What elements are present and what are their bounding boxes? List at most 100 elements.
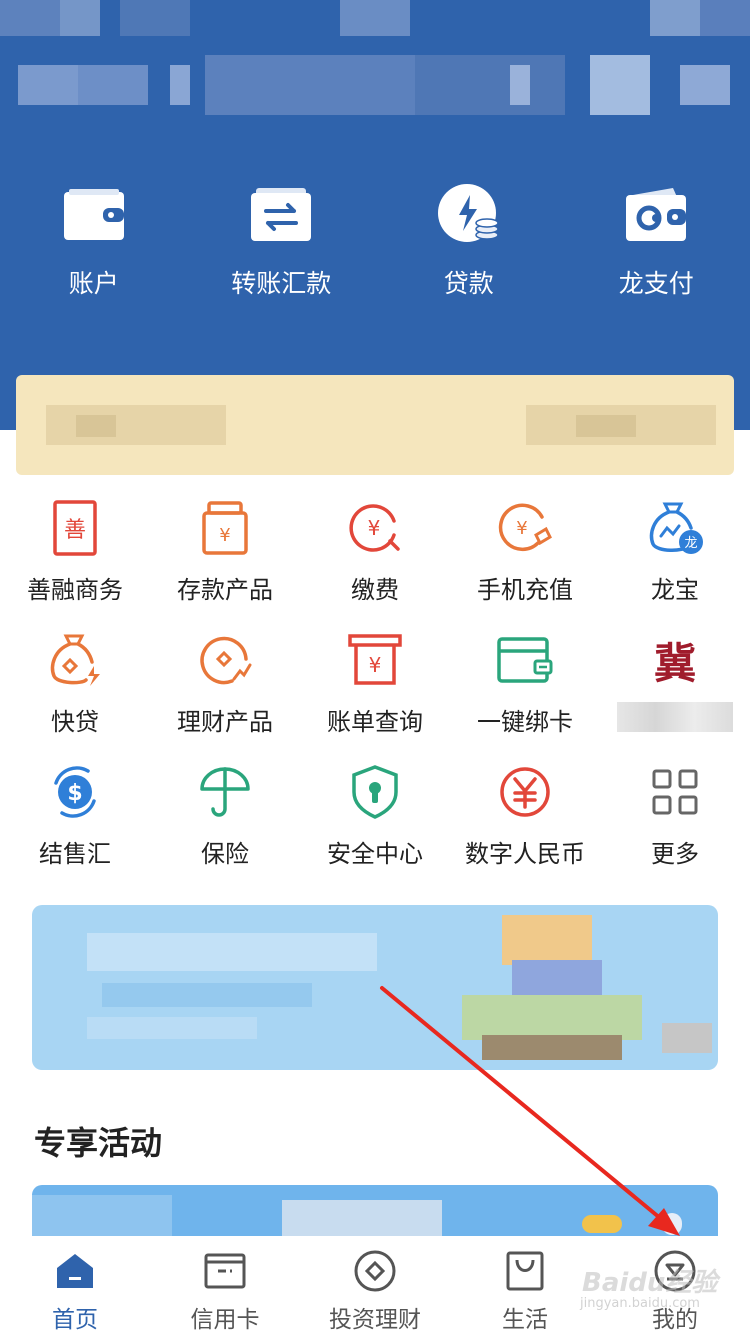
service-label: 手机充值: [477, 576, 573, 604]
service-label: 数字人民币: [465, 840, 585, 868]
service-label: 结售汇: [39, 840, 111, 868]
svg-text:$: $: [67, 781, 82, 806]
long-pay-icon: [621, 180, 691, 250]
nav-credit-card[interactable]: 信用卡: [150, 1236, 300, 1334]
service-ji[interactable]: 冀: [600, 622, 750, 754]
nav-label: 首页: [52, 1307, 98, 1333]
service-deposit[interactable]: ¥ 存款产品: [150, 490, 300, 622]
wallet-icon: [59, 180, 129, 250]
service-label: 缴费: [351, 576, 399, 604]
blurred-title-bar: [0, 50, 750, 120]
blurred-block: [87, 933, 377, 971]
shan-icon: 善: [45, 498, 105, 558]
quick-action-label: 龙支付: [618, 269, 694, 298]
phone-recharge-icon: ¥: [495, 498, 555, 558]
service-more[interactable]: 更多: [600, 754, 750, 886]
watermark-url: jingyan.baidu.com: [580, 1296, 700, 1311]
header: 账户 转账汇款 贷款 龙支付: [0, 0, 750, 430]
service-label: 善融商务: [27, 576, 123, 604]
quick-action-long-pay[interactable]: 龙支付: [563, 180, 750, 310]
blurred-block: [502, 915, 592, 965]
service-label: 存款产品: [177, 576, 273, 604]
service-label: 账单查询: [327, 708, 423, 736]
service-label: 一键绑卡: [477, 708, 573, 736]
quick-action-label: 账户: [68, 269, 119, 298]
blurred-block: [102, 983, 312, 1007]
service-grid: 善 善融商务 ¥ 存款产品 ¥ 缴费 ¥ 手机充值 龙 龙宝 快贷 理财产品 ¥…: [0, 490, 750, 886]
svg-text:善: 善: [64, 518, 86, 543]
service-shan-rong[interactable]: 善 善融商务: [0, 490, 150, 622]
service-row: 快贷 理财产品 ¥ 账单查询 一键绑卡 冀: [0, 622, 750, 754]
svg-text:¥: ¥: [516, 518, 527, 539]
service-label: 龙宝: [651, 576, 699, 604]
invest-icon: [351, 1248, 399, 1294]
service-insurance[interactable]: 保险: [150, 754, 300, 886]
quick-action-account[interactable]: 账户: [0, 180, 188, 310]
ji-icon: 冀: [645, 630, 705, 690]
service-fx[interactable]: $ 结售汇: [0, 754, 150, 886]
insurance-icon: [195, 762, 255, 822]
service-long-bao[interactable]: 龙 龙宝: [600, 490, 750, 622]
service-wealth[interactable]: 理财产品: [150, 622, 300, 754]
bind-card-icon: [495, 630, 555, 690]
quick-action-label: 贷款: [443, 269, 494, 298]
nav-life[interactable]: 生活: [450, 1236, 600, 1334]
security-icon: [345, 762, 405, 822]
deposit-icon: ¥: [195, 498, 255, 558]
quick-action-label: 转账汇款: [231, 269, 332, 298]
nav-label: 投资理财: [329, 1307, 421, 1333]
service-row: $ 结售汇 保险 安全中心 数字人民币 更多: [0, 754, 750, 886]
svg-text:¥: ¥: [368, 516, 381, 540]
e-cny-icon: [495, 762, 555, 822]
life-bag-icon: [501, 1248, 549, 1294]
watermark: Baidu经验: [582, 1268, 718, 1298]
promo-banner[interactable]: [32, 905, 718, 1070]
svg-text:¥: ¥: [369, 653, 382, 677]
blurred-block: [462, 995, 642, 1040]
blurred-block: [662, 1023, 712, 1053]
nav-label: 信用卡: [190, 1307, 260, 1333]
blurred-block: [582, 1215, 622, 1233]
nav-invest[interactable]: 投资理财: [300, 1236, 450, 1334]
service-label: 理财产品: [177, 708, 273, 736]
bill-icon: ¥: [345, 630, 405, 690]
quick-actions: 账户 转账汇款 贷款 龙支付: [0, 180, 750, 310]
blurred-block: [87, 1017, 257, 1039]
ji-glyph: 冀: [653, 638, 696, 688]
transfer-icon: [246, 180, 316, 250]
service-label: 更多: [651, 840, 699, 868]
blurred-block: [482, 1035, 622, 1060]
service-phone-recharge[interactable]: ¥ 手机充值: [450, 490, 600, 622]
credit-card-icon: [201, 1248, 249, 1294]
more-icon: [645, 762, 705, 822]
service-row: 善 善融商务 ¥ 存款产品 ¥ 缴费 ¥ 手机充值 龙 龙宝: [0, 490, 750, 622]
blurred-label: [617, 702, 733, 732]
service-bind-card[interactable]: 一键绑卡: [450, 622, 600, 754]
section-title: 专享活动: [34, 1124, 163, 1162]
svg-text:¥: ¥: [219, 525, 230, 546]
blurred-block: [76, 415, 116, 437]
loan-icon: [434, 180, 504, 250]
service-bill[interactable]: ¥ 账单查询: [300, 622, 450, 754]
quick-action-transfer[interactable]: 转账汇款: [188, 180, 376, 310]
quick-action-loan[interactable]: 贷款: [375, 180, 563, 310]
service-payment[interactable]: ¥ 缴费: [300, 490, 450, 622]
service-label: 快贷: [51, 708, 99, 736]
service-security[interactable]: 安全中心: [300, 754, 450, 886]
blurred-block: [576, 415, 636, 437]
notice-banner[interactable]: [16, 375, 734, 475]
service-label: 保险: [201, 840, 249, 868]
fx-icon: $: [45, 762, 105, 822]
payment-icon: ¥: [345, 498, 405, 558]
service-quick-loan[interactable]: 快贷: [0, 622, 150, 754]
nav-label: 生活: [502, 1307, 548, 1333]
service-e-cny[interactable]: 数字人民币: [450, 754, 600, 886]
long-bao-icon: 龙: [645, 498, 705, 558]
nav-home[interactable]: 首页: [0, 1236, 150, 1334]
quick-loan-icon: [45, 630, 105, 690]
home-icon: [51, 1248, 99, 1294]
balloon-icon: [662, 1213, 682, 1235]
blurred-block: [46, 405, 226, 445]
service-label: 安全中心: [327, 840, 423, 868]
svg-text:龙: 龙: [684, 536, 697, 551]
